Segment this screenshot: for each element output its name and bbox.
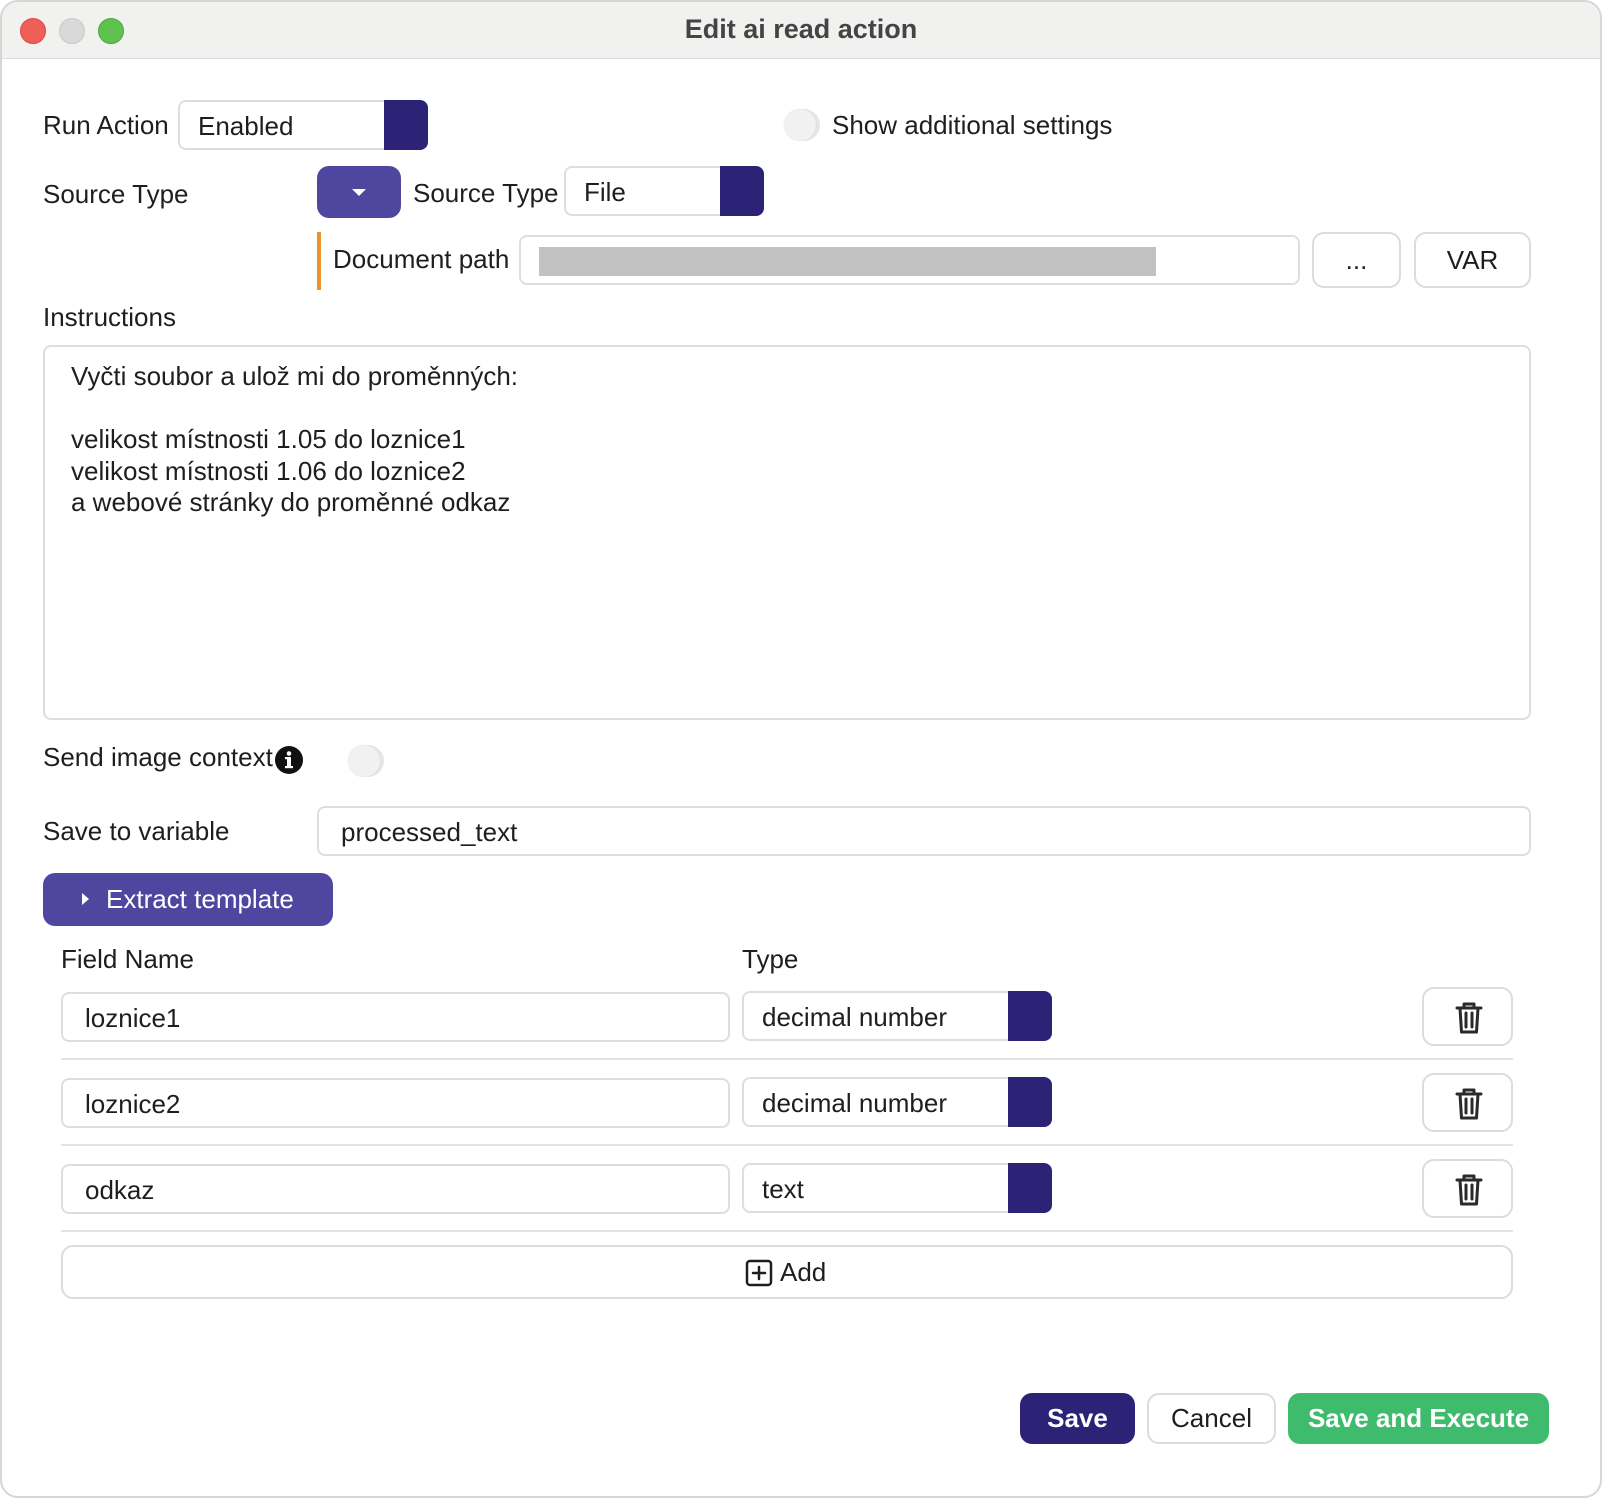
instructions-label: Instructions xyxy=(43,302,176,332)
save-to-variable-input[interactable]: processed_text xyxy=(317,806,1531,856)
extract-template-toggle-button[interactable]: Extract template xyxy=(43,873,333,926)
delete-row-button[interactable] xyxy=(1422,1159,1513,1218)
document-path-indicator xyxy=(317,232,321,290)
source-type-label: Source Type xyxy=(43,179,189,209)
source-type-value: File xyxy=(584,177,626,207)
image-context-label: Send image context xyxy=(43,742,273,772)
run-action-select[interactable]: Enabled xyxy=(178,100,428,150)
field-type-dropdown-handle[interactable] xyxy=(1008,1163,1052,1213)
trash-icon xyxy=(1455,1174,1483,1206)
field-type-value: decimal number xyxy=(762,1088,947,1118)
row-divider xyxy=(61,1058,1513,1060)
row-divider xyxy=(61,1230,1513,1232)
field-name-header: Field Name xyxy=(61,944,194,974)
instructions-textarea[interactable]: Vyčti soubor a ulož mi do proměnných: ve… xyxy=(43,345,1531,720)
field-name-value: loznice2 xyxy=(85,1089,181,1119)
additional-settings-label: Show additional settings xyxy=(832,110,1113,140)
info-icon[interactable] xyxy=(274,745,304,775)
title-bar: Edit ai read action xyxy=(2,2,1600,59)
delete-row-button[interactable] xyxy=(1422,987,1513,1046)
save-and-execute-button[interactable]: Save and Execute xyxy=(1288,1393,1549,1444)
additional-settings-toggle[interactable] xyxy=(784,109,820,141)
field-type-select[interactable]: decimal number xyxy=(742,1077,1052,1127)
field-type-select[interactable]: text xyxy=(742,1163,1052,1213)
save-to-variable-label: Save to variable xyxy=(43,816,230,846)
trash-icon xyxy=(1455,1002,1483,1034)
instructions-text: Vyčti soubor a ulož mi do proměnných: ve… xyxy=(71,361,519,517)
run-action-label: Run Action xyxy=(43,110,169,140)
delete-row-button[interactable] xyxy=(1422,1073,1513,1132)
caret-right-icon xyxy=(82,893,89,905)
cancel-button[interactable]: Cancel xyxy=(1147,1393,1276,1444)
extract-template-label: Extract template xyxy=(106,884,294,914)
source-type-dropdown-handle[interactable] xyxy=(720,166,764,216)
field-name-value: loznice1 xyxy=(85,1003,181,1033)
trash-icon xyxy=(1455,1088,1483,1120)
run-action-value: Enabled xyxy=(198,111,294,141)
source-type-select[interactable]: File xyxy=(564,166,764,216)
save-to-variable-value: processed_text xyxy=(341,817,518,847)
field-type-dropdown-handle[interactable] xyxy=(1008,1077,1052,1127)
field-name-input[interactable]: odkaz xyxy=(61,1164,730,1214)
save-button[interactable]: Save xyxy=(1020,1393,1135,1444)
plus-square-icon xyxy=(745,1259,773,1287)
field-type-dropdown-handle[interactable] xyxy=(1008,991,1052,1041)
add-field-label: Add xyxy=(780,1257,827,1287)
add-field-button[interactable]: Add xyxy=(61,1245,1513,1299)
field-name-input[interactable]: loznice1 xyxy=(61,992,730,1042)
caret-down-icon xyxy=(352,189,366,196)
row-divider xyxy=(61,1144,1513,1146)
field-type-select[interactable]: decimal number xyxy=(742,991,1052,1041)
var-button[interactable]: VAR xyxy=(1414,232,1531,288)
field-name-input[interactable]: loznice2 xyxy=(61,1078,730,1128)
type-header: Type xyxy=(742,944,799,974)
redacted-path xyxy=(539,247,1156,276)
run-action-dropdown-handle[interactable] xyxy=(384,100,428,150)
field-type-value: decimal number xyxy=(762,1002,947,1032)
dialog-window: Edit ai read action Run Action Enabled S… xyxy=(0,0,1602,1498)
source-type-inner-label: Source Type xyxy=(413,178,559,208)
field-type-value: text xyxy=(762,1174,804,1204)
window-title: Edit ai read action xyxy=(684,14,918,44)
document-path-label: Document path xyxy=(333,244,510,274)
field-name-value: odkaz xyxy=(85,1175,155,1205)
browse-button[interactable]: ... xyxy=(1312,232,1401,288)
image-context-toggle[interactable] xyxy=(348,745,384,777)
source-type-collapse-button[interactable] xyxy=(317,166,401,218)
document-path-input[interactable] xyxy=(519,235,1300,285)
